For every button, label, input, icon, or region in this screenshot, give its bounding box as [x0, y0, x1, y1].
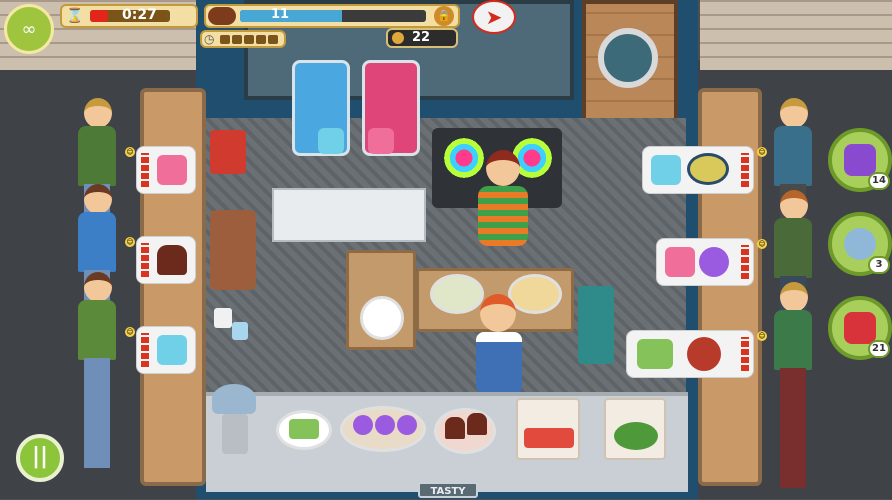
patience-hearts	[141, 333, 149, 367]
goal-count: 11	[270, 7, 290, 22]
customer-left-3[interactable]	[74, 272, 120, 472]
booster-roller-skate[interactable]: 21	[828, 296, 892, 360]
purple-heart-cake-icon	[699, 247, 729, 277]
snow-globe-icon	[844, 228, 876, 260]
patience-hearts	[741, 337, 749, 371]
order-bubble-right-3: ☺	[626, 330, 767, 378]
order-bubble-right-2: ☺	[656, 238, 767, 286]
order-bubble-left-1: ☺	[125, 146, 196, 194]
blue-smoothie-icon	[157, 335, 187, 365]
dj-character-head	[486, 150, 520, 186]
order-bubble-left-3: ☺	[125, 326, 196, 374]
lock-icon: 🔒	[434, 6, 454, 26]
pause-button[interactable]: ||	[16, 434, 64, 482]
chef-character-body	[476, 332, 522, 394]
chocolate-cupcakes-plate[interactable]	[434, 408, 496, 454]
booster-roller-skate-count: 21	[868, 340, 890, 358]
timer-text: 0:27	[122, 7, 157, 23]
serving-cloche-icon[interactable]	[212, 384, 256, 414]
coins-counter: 22	[386, 28, 458, 48]
star-segment	[256, 35, 266, 44]
turntable-left-icon	[444, 138, 484, 178]
mood-smiley-icon: ☺	[757, 239, 767, 249]
chef-character-head	[480, 294, 516, 332]
mood-smiley-icon: ☺	[125, 237, 135, 247]
green-cake-plate[interactable]	[276, 410, 332, 450]
level-star-meter: ◷	[200, 30, 286, 48]
star-segment	[220, 35, 230, 44]
mood-smiley-icon: ☺	[125, 147, 135, 157]
customer-right-3[interactable]	[770, 282, 816, 492]
chocolate-cupcake-icon	[157, 245, 187, 275]
booster-candy-count: 14	[868, 172, 890, 190]
coins-value: 22	[412, 30, 431, 45]
mood-smiley-icon: ☺	[757, 147, 767, 157]
star-segment	[268, 35, 278, 44]
timer-remaining-fill	[90, 10, 108, 22]
star-segment	[232, 35, 242, 44]
trash-bin[interactable]	[578, 286, 614, 364]
order-bubble-right-1: ☺	[642, 146, 767, 194]
truck-sign: TASTY	[418, 482, 478, 498]
ice-cup-icon[interactable]	[232, 322, 248, 340]
patience-hearts	[141, 153, 149, 187]
booster-snow-globe[interactable]: 3	[828, 212, 892, 276]
pink-smoothie-cup[interactable]	[368, 128, 394, 154]
rice-plate[interactable]	[360, 296, 404, 340]
smoothie-cup-icon	[157, 155, 187, 185]
storage-cabinet	[272, 188, 426, 242]
purple-heart-cakes-plate[interactable]	[340, 406, 426, 452]
door-porthole	[598, 28, 658, 88]
roller-skate-icon	[844, 312, 876, 344]
blue-smoothie-cup[interactable]	[318, 128, 344, 154]
hourglass-icon: ⌛	[66, 8, 84, 24]
mood-smiley-icon: ☺	[125, 327, 135, 337]
speed-boost-button[interactable]: ➤	[472, 0, 516, 34]
green-cake-slice-icon	[637, 339, 673, 369]
noodle-bowl-icon	[687, 153, 729, 185]
toaster-station[interactable]	[210, 130, 246, 174]
grater-icon[interactable]	[222, 414, 248, 454]
sushi-roll-icon	[687, 337, 721, 371]
patience-hearts	[741, 245, 749, 279]
timer-bar: ⌛ 0:27	[60, 4, 198, 28]
clock-icon: ◷	[204, 32, 215, 46]
pink-smoothie-icon	[665, 247, 695, 277]
order-bubble-left-2: ☺	[125, 236, 196, 284]
cup-stack-icon[interactable]	[214, 308, 232, 328]
customers-goal-icon	[208, 7, 236, 25]
brick-wall-right	[700, 0, 892, 70]
patience-hearts	[741, 153, 749, 187]
players-infinity-icon[interactable]: ∞	[4, 4, 54, 54]
noodle-bowl-left[interactable]	[430, 274, 484, 314]
star-segment	[244, 35, 254, 44]
watermelon-tray[interactable]	[516, 398, 580, 460]
booster-candy[interactable]: 14	[828, 128, 892, 192]
booster-snow-globe-count: 3	[868, 256, 890, 274]
noodle-bowl-right[interactable]	[508, 274, 562, 314]
candy-icon	[844, 144, 876, 176]
mood-smiley-icon: ☺	[757, 331, 767, 341]
goal-bar: 11 🔒	[204, 4, 460, 28]
coin-icon	[392, 32, 404, 44]
cash-register[interactable]	[210, 210, 256, 290]
blue-smoothie-icon	[651, 155, 681, 185]
salad-tray[interactable]	[604, 398, 666, 460]
patience-hearts	[141, 243, 149, 277]
dj-character-body	[478, 186, 528, 246]
